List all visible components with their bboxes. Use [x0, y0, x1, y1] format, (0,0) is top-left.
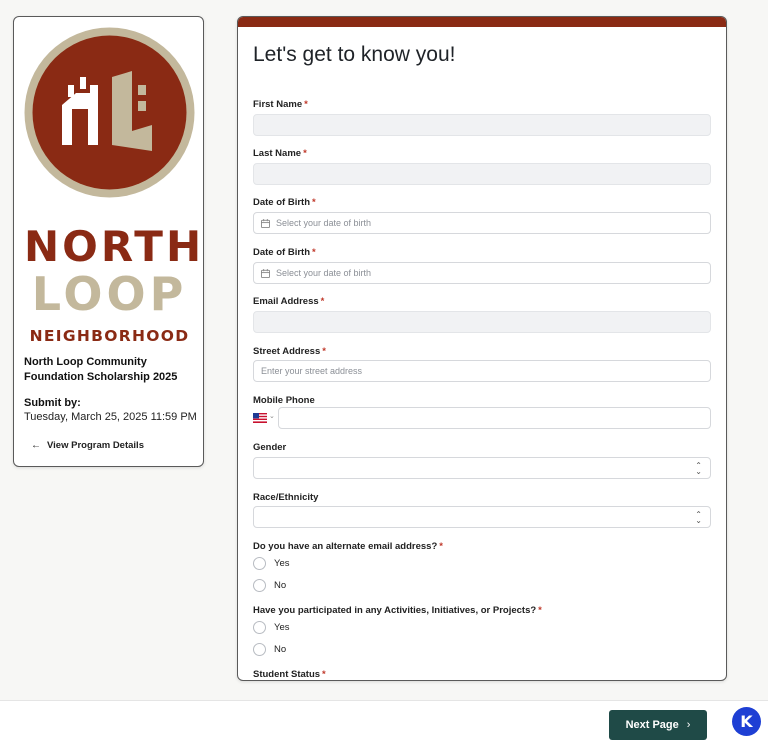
race-ethnicity-label: Race/Ethnicity [253, 492, 319, 503]
street-address-label: Street Address * [253, 346, 326, 357]
mobile-phone-row: ⌄ [253, 407, 711, 429]
gender-select[interactable]: ⌃ ⌄ [253, 457, 711, 479]
application-form: Let's get to know you! First Name * Last … [237, 16, 727, 681]
dob-label: Date of Birth * [253, 197, 316, 208]
radio-button[interactable] [253, 643, 266, 656]
participation-yes[interactable]: Yes [253, 621, 290, 634]
chevron-right-icon: › [686, 719, 691, 731]
view-program-details-link[interactable]: ← View Program Details [31, 440, 144, 451]
email-label: Email Address * [253, 296, 325, 307]
email-input[interactable] [253, 311, 711, 333]
submit-by-label: Submit by: [24, 397, 81, 409]
radio-button[interactable] [253, 579, 266, 592]
mobile-phone-label: Mobile Phone [253, 395, 315, 406]
first-name-input[interactable] [253, 114, 711, 136]
form-accent-bar [238, 17, 726, 27]
program-title: North Loop Community Foundation Scholars… [24, 356, 178, 383]
radio-button[interactable] [253, 557, 266, 570]
logo-emblem [24, 27, 195, 198]
first-name-label: First Name * [253, 99, 308, 110]
calendar-icon [261, 268, 270, 278]
radio-button[interactable] [253, 621, 266, 634]
participation-question: Have you participated in any Activities,… [253, 605, 542, 616]
dob-label-2: Date of Birth * [253, 247, 316, 258]
last-name-label: Last Name * [253, 148, 307, 159]
us-flag-icon[interactable] [253, 413, 267, 423]
street-address-input[interactable]: Enter your street address [253, 360, 711, 382]
student-status-label: Student Status * [253, 669, 326, 680]
logo-text-loop: LOOP [31, 267, 188, 321]
form-title: Let's get to know you! [253, 43, 456, 66]
arrow-left-icon: ← [31, 440, 41, 451]
logo-text-north: NORTH [24, 222, 205, 271]
next-page-button[interactable]: Next Page › [609, 710, 707, 740]
alternate-email-yes[interactable]: Yes [253, 557, 290, 570]
help-chat-button[interactable]: K [732, 707, 761, 736]
alternate-email-question: Do you have an alternate email address? * [253, 541, 443, 552]
select-chevrons-icon: ⌃ ⌄ [695, 510, 702, 525]
submit-deadline: Tuesday, March 25, 2025 11:59 PM [24, 411, 197, 423]
dob-picker-2[interactable]: Select your date of birth [253, 262, 711, 284]
alternate-email-no[interactable]: No [253, 579, 286, 592]
mobile-phone-input[interactable] [278, 407, 711, 429]
chevron-down-icon[interactable]: ⌄ [269, 412, 275, 420]
program-logo: NORTH LOOP NEIGHBORHOOD [24, 27, 205, 349]
view-program-details-label: View Program Details [47, 440, 144, 451]
gender-label: Gender [253, 442, 287, 453]
last-name-input[interactable] [253, 163, 711, 185]
dob-picker[interactable]: Select your date of birth [253, 212, 711, 234]
calendar-icon [261, 218, 270, 228]
select-chevrons-icon: ⌃ ⌄ [695, 461, 702, 476]
participation-no[interactable]: No [253, 643, 286, 656]
logo-text-neighborhood: NEIGHBORHOOD [29, 327, 190, 345]
program-card: NORTH LOOP NEIGHBORHOOD North Loop Commu… [13, 16, 204, 467]
race-ethnicity-select[interactable]: ⌃ ⌄ [253, 506, 711, 528]
